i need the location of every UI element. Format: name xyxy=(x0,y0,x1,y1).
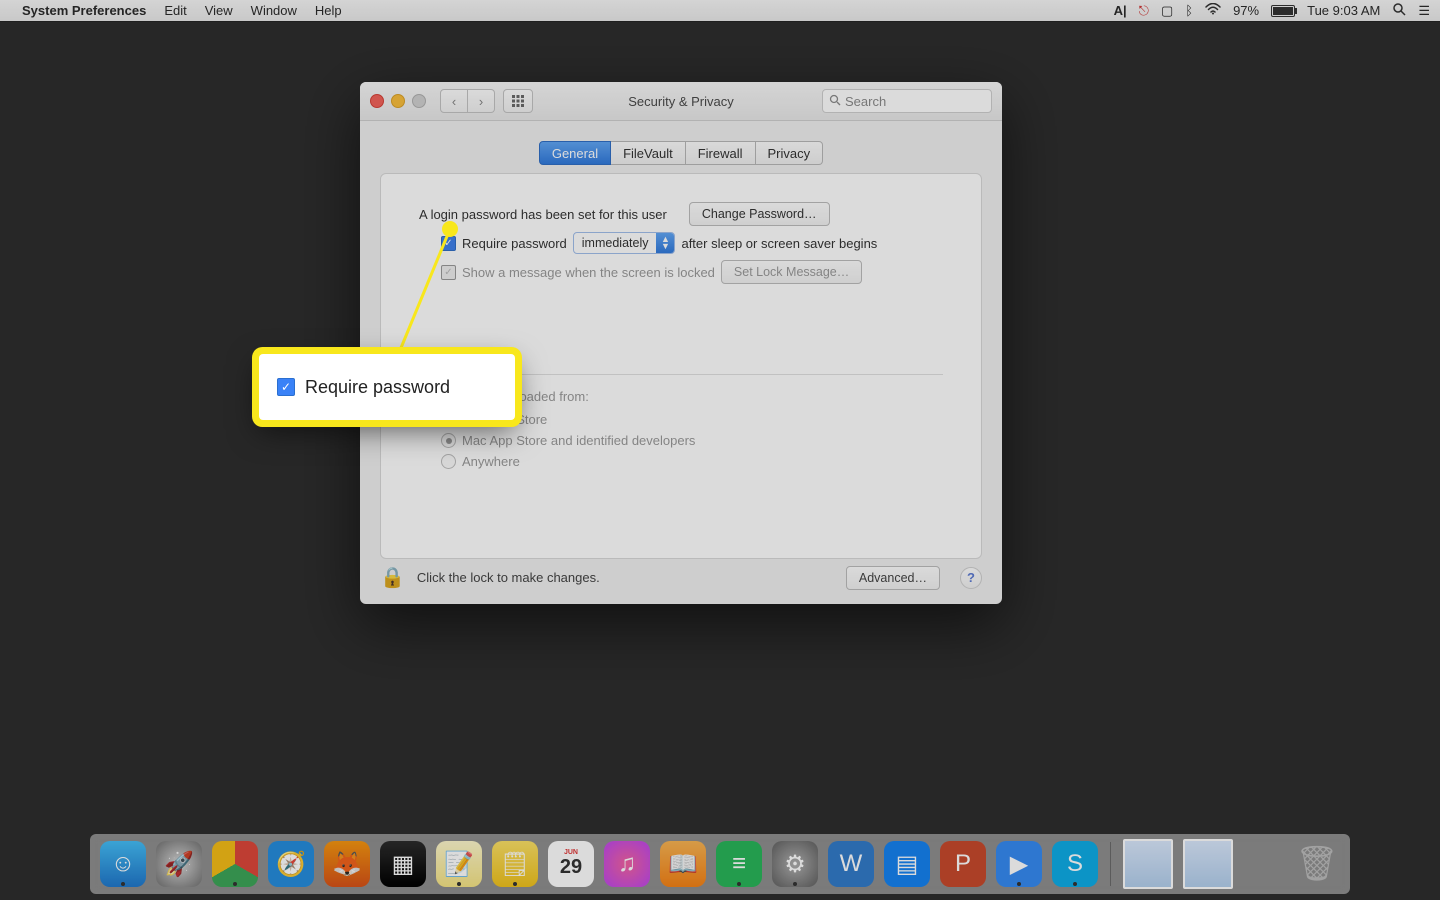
spotlight-icon[interactable] xyxy=(1392,2,1406,19)
powerpoint-icon[interactable]: P xyxy=(940,841,986,887)
advanced-button[interactable]: Advanced… xyxy=(846,566,940,590)
require-password-delay-select[interactable]: immediately ▲▼ xyxy=(573,232,676,254)
callout-label: Require password xyxy=(305,377,450,398)
help-button[interactable]: ? xyxy=(960,567,982,589)
wifi-icon[interactable] xyxy=(1205,3,1221,18)
callout-checkbox-icon: ✓ xyxy=(277,378,295,396)
tabs: General FileVault Firewall Privacy xyxy=(360,141,1002,165)
lock-icon[interactable]: 🔒 xyxy=(380,565,405,590)
zoom-button[interactable] xyxy=(412,94,426,108)
dock-thumb-2[interactable] xyxy=(1183,839,1233,889)
close-button[interactable] xyxy=(370,94,384,108)
allow-identified-row: Mac App Store and identified developers xyxy=(441,433,943,448)
menu-view[interactable]: View xyxy=(205,3,233,18)
keynote-icon[interactable]: ▤ xyxy=(884,841,930,887)
airplay-icon[interactable]: ▢ xyxy=(1161,3,1173,19)
system-preferences-icon[interactable]: ⚙ xyxy=(772,841,818,887)
bluetooth-icon[interactable]: ᛒ xyxy=(1185,3,1193,18)
zoom-icon[interactable]: ▶ xyxy=(996,841,1042,887)
dock: ☺🚀 🧭🦊▦📝🗒JUN29♫📖≡⚙W▤P▶S 🗑 xyxy=(90,834,1350,894)
tab-firewall[interactable]: Firewall xyxy=(686,141,756,165)
notes-icon[interactable]: 📝 xyxy=(436,841,482,887)
login-password-text: A login password has been set for this u… xyxy=(419,207,667,222)
battery-icon[interactable] xyxy=(1271,5,1295,17)
window-footer: 🔒 Click the lock to make changes. Advanc… xyxy=(380,565,982,590)
menu-help[interactable]: Help xyxy=(315,3,342,18)
allow-identified-radio xyxy=(441,433,456,448)
require-password-checkbox[interactable]: ✓ xyxy=(441,236,456,251)
skype-icon[interactable]: S xyxy=(1052,841,1098,887)
spotify-icon[interactable]: ≡ xyxy=(716,841,762,887)
chrome-icon[interactable] xyxy=(212,841,258,887)
adobe-cc-icon[interactable]: A| xyxy=(1114,3,1127,18)
menu-edit[interactable]: Edit xyxy=(164,3,186,18)
require-password-row: ✓ Require password immediately ▲▼ after … xyxy=(441,232,943,254)
forward-button[interactable]: › xyxy=(468,89,495,113)
require-password-label: Require password xyxy=(462,236,567,251)
ibooks-icon[interactable]: 📖 xyxy=(660,841,706,887)
show-message-label: Show a message when the screen is locked xyxy=(462,265,715,280)
menubar: System Preferences Edit View Window Help… xyxy=(0,0,1440,21)
safari-icon[interactable]: 🧭 xyxy=(268,841,314,887)
allow-anywhere-row: Anywhere xyxy=(441,454,943,469)
allow-anywhere-radio xyxy=(441,454,456,469)
dock-separator xyxy=(1110,842,1111,886)
search-icon xyxy=(829,94,841,109)
window-controls xyxy=(370,94,426,108)
tab-filevault[interactable]: FileVault xyxy=(611,141,686,165)
allow-appstore-row: Mac App Store xyxy=(441,412,943,427)
calendar-icon[interactable]: JUN29 xyxy=(548,841,594,887)
firefox-icon[interactable]: 🦊 xyxy=(324,841,370,887)
itunes-icon[interactable]: ♫ xyxy=(604,841,650,887)
mission-control-icon[interactable]: ▦ xyxy=(380,841,426,887)
security-privacy-window: ‹ › Security & Privacy Search General Fi… xyxy=(360,82,1002,604)
tab-general[interactable]: General xyxy=(539,141,611,165)
menu-window[interactable]: Window xyxy=(251,3,297,18)
show-message-row: ✓ Show a message when the screen is lock… xyxy=(441,260,943,284)
require-password-suffix: after sleep or screen saver begins xyxy=(681,236,877,251)
search-placeholder: Search xyxy=(845,94,886,109)
battery-percent[interactable]: 97% xyxy=(1233,3,1259,18)
clock[interactable]: Tue 9:03 AM xyxy=(1307,3,1380,18)
allow-anywhere-label: Anywhere xyxy=(462,454,520,469)
menuextra-icon[interactable]: ⎋ xyxy=(1139,3,1149,19)
stickies-icon[interactable]: 🗒 xyxy=(492,841,538,887)
back-button[interactable]: ‹ xyxy=(440,89,468,113)
search-field[interactable]: Search xyxy=(822,89,992,113)
select-arrows-icon: ▲▼ xyxy=(656,233,674,253)
lock-hint: Click the lock to make changes. xyxy=(417,570,600,585)
login-password-row: A login password has been set for this u… xyxy=(419,202,943,226)
callout-require-password: ✓ Require password xyxy=(259,354,515,420)
require-password-delay-value: immediately xyxy=(574,236,657,250)
allow-identified-label: Mac App Store and identified developers xyxy=(462,433,695,448)
menubar-right: A| ⎋ ▢ ᛒ 97% Tue 9:03 AM ☰ xyxy=(1114,2,1430,19)
minimize-button[interactable] xyxy=(391,94,405,108)
show-all-button[interactable] xyxy=(503,89,533,113)
dock-thumb-1[interactable] xyxy=(1123,839,1173,889)
launchpad-icon[interactable]: 🚀 xyxy=(156,841,202,887)
nav-buttons: ‹ › xyxy=(440,89,495,113)
word-icon[interactable]: W xyxy=(828,841,874,887)
app-menu[interactable]: System Preferences xyxy=(22,3,146,18)
titlebar[interactable]: ‹ › Security & Privacy Search xyxy=(360,82,1002,121)
show-message-checkbox: ✓ xyxy=(441,265,456,280)
set-lock-message-button: Set Lock Message… xyxy=(721,260,862,284)
change-password-button[interactable]: Change Password… xyxy=(689,202,830,226)
notification-center-icon[interactable]: ☰ xyxy=(1418,3,1430,19)
trash-icon[interactable]: 🗑 xyxy=(1294,841,1340,887)
finder-icon[interactable]: ☺ xyxy=(100,841,146,887)
tab-privacy[interactable]: Privacy xyxy=(756,141,824,165)
